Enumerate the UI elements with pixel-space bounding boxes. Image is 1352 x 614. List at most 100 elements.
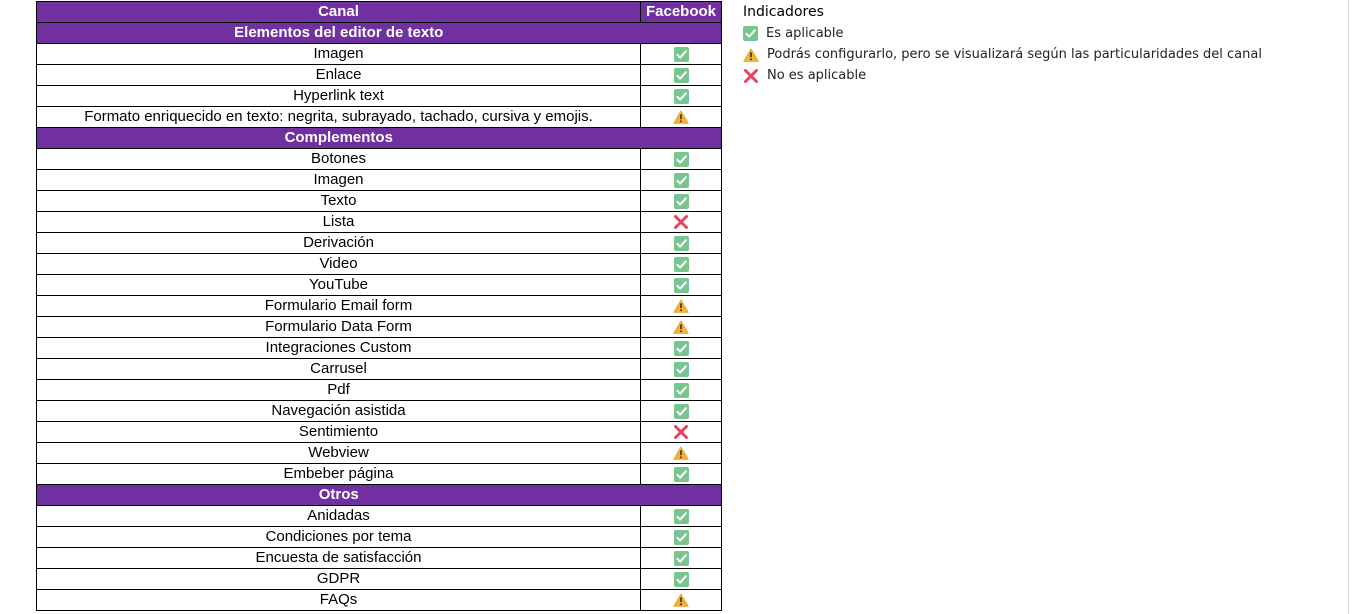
facebook-support-cell (640, 106, 722, 128)
table-row: Texto (36, 190, 722, 212)
check-mark-button-icon (673, 529, 689, 545)
check-mark-button-icon (673, 151, 689, 167)
check-mark-button-icon (673, 235, 689, 251)
facebook-support-cell (640, 43, 722, 65)
facebook-support-cell (640, 85, 722, 107)
facebook-support-cell (640, 295, 722, 317)
section-title: Elementos del editor de texto (36, 22, 641, 44)
table-row: Formulario Data Form (36, 316, 722, 338)
section-title: Otros (36, 484, 641, 506)
feature-label: YouTube (36, 274, 641, 296)
table-row: Sentimiento (36, 421, 722, 443)
table-row: Webview (36, 442, 722, 464)
facebook-support-cell (640, 316, 722, 338)
facebook-support-cell (640, 274, 722, 296)
feature-label: Lista (36, 211, 641, 233)
facebook-support-cell (640, 190, 722, 212)
cross-mark-icon (673, 214, 689, 230)
check-mark-button-icon (673, 508, 689, 524)
check-mark-button-icon (673, 571, 689, 587)
table-row: Video (36, 253, 722, 275)
check-mark-button-icon (673, 403, 689, 419)
table-row: FAQs (36, 589, 722, 611)
facebook-support-cell (640, 547, 722, 569)
feature-label: Anidadas (36, 505, 641, 527)
table-header-row: Canal Facebook (36, 1, 722, 23)
facebook-support-cell (640, 64, 722, 86)
feature-label: Integraciones Custom (36, 337, 641, 359)
table-row: Anidadas (36, 505, 722, 527)
feature-label: GDPR (36, 568, 641, 590)
feature-label: Formulario Email form (36, 295, 641, 317)
table-row: Integraciones Custom (36, 337, 722, 359)
legend-title: Indicadores (743, 4, 824, 20)
legend-item: Es aplicable (743, 23, 1262, 44)
feature-label: Video (36, 253, 641, 275)
feature-label: Navegación asistida (36, 400, 641, 422)
check-mark-button-icon (673, 382, 689, 398)
feature-label: Enlace (36, 64, 641, 86)
warning-icon (673, 446, 689, 460)
facebook-support-cell (640, 526, 722, 548)
check-mark-button-icon (743, 26, 758, 41)
feature-label: Sentimiento (36, 421, 641, 443)
facebook-support-cell (640, 253, 722, 275)
facebook-support-cell (640, 232, 722, 254)
facebook-support-cell (640, 568, 722, 590)
facebook-support-cell (640, 463, 722, 485)
feature-label: Texto (36, 190, 641, 212)
warning-icon (743, 48, 759, 62)
section-title: Complementos (36, 127, 641, 149)
header-canal: Canal (36, 1, 641, 23)
legend-items: Es aplicable Podrás configurarlo, pero se… (743, 23, 1262, 86)
facebook-support-cell (640, 211, 722, 233)
check-mark-button-icon (673, 256, 689, 272)
legend-item: Podrás configurarlo, pero se visualizará… (743, 44, 1262, 65)
table-row: Encuesta de satisfacción (36, 547, 722, 569)
feature-label: Pdf (36, 379, 641, 401)
facebook-support-cell (640, 358, 722, 380)
table-row: Embeber página (36, 463, 722, 485)
feature-label: Carrusel (36, 358, 641, 380)
warning-icon (673, 320, 689, 334)
check-mark-button-icon (673, 193, 689, 209)
facebook-support-cell (640, 589, 722, 611)
warning-icon (673, 110, 689, 124)
check-mark-button-icon (673, 550, 689, 566)
section-title-filler (640, 22, 722, 44)
facebook-support-cell (640, 337, 722, 359)
feature-label: Imagen (36, 169, 641, 191)
facebook-support-cell (640, 148, 722, 170)
table-row: Botones (36, 148, 722, 170)
feature-label: Webview (36, 442, 641, 464)
feature-label: Formulario Data Form (36, 316, 641, 338)
legend-item-label: Es aplicable (766, 26, 844, 41)
table-row: Carrusel (36, 358, 722, 380)
feature-label: Encuesta de satisfacción (36, 547, 641, 569)
warning-icon (673, 593, 689, 607)
legend-item: No es aplicable (743, 65, 1262, 86)
feature-label: Derivación (36, 232, 641, 254)
channel-compatibility-table: Canal Facebook Elementos del editor de t… (36, 1, 722, 611)
section-header-row: Complementos (36, 127, 722, 149)
table-row: Imagen (36, 43, 722, 65)
table-row: GDPR (36, 568, 722, 590)
legend: Indicadores Es aplicable Podrás configura… (743, 4, 1262, 86)
table-row: Navegación asistida (36, 400, 722, 422)
section-header-row: Otros (36, 484, 722, 506)
check-mark-button-icon (673, 172, 689, 188)
feature-label: Imagen (36, 43, 641, 65)
table-row: Enlace (36, 64, 722, 86)
check-mark-button-icon (673, 67, 689, 83)
table-row: Pdf (36, 379, 722, 401)
facebook-support-cell (640, 421, 722, 443)
table-row: Imagen (36, 169, 722, 191)
table-row: Hyperlink text (36, 85, 722, 107)
cross-mark-icon (743, 68, 759, 84)
feature-label: FAQs (36, 589, 641, 611)
facebook-support-cell (640, 442, 722, 464)
table-row: Formato enriquecido en texto: negrita, s… (36, 106, 722, 128)
check-mark-button-icon (673, 466, 689, 482)
page-edge (1348, 0, 1349, 614)
feature-label: Formato enriquecido en texto: negrita, s… (36, 106, 641, 128)
